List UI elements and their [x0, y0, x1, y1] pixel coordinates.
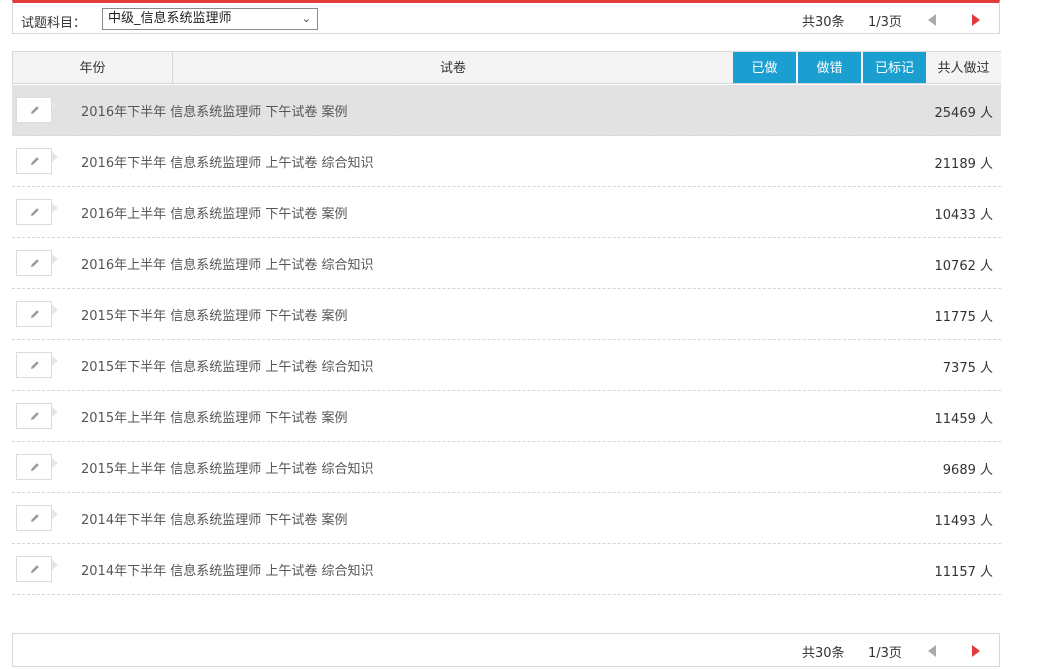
pager-total: 共30条	[802, 15, 845, 30]
pager-total: 共30条	[802, 646, 845, 661]
pencil-icon[interactable]	[16, 556, 58, 582]
column-header-year: 年份	[13, 52, 173, 83]
column-header-count: 共人做过	[926, 52, 1001, 83]
paper-title[interactable]: 2016年上半年 信息系统监理师 下午试卷 案例	[81, 203, 347, 222]
pager-bar-bottom: 共30条 1/3页	[12, 633, 1000, 667]
paper-title[interactable]: 2015年下半年 信息系统监理师 上午试卷 综合知识	[81, 356, 373, 375]
subject-label: 试题科目：	[21, 16, 87, 31]
column-header-paper: 试卷	[439, 61, 466, 76]
table-row[interactable]: 2015年下半年 信息系统监理师 下午试卷 案例 11775 人	[12, 289, 1001, 340]
paper-title[interactable]: 2015年上半年 信息系统监理师 下午试卷 案例	[81, 407, 347, 426]
participant-count: 25469 人	[934, 106, 994, 121]
next-arrow-icon[interactable]	[972, 14, 980, 26]
participant-count: 11775 人	[934, 310, 994, 325]
paper-list: 2016年下半年 信息系统监理师 下午试卷 案例 25469 人 2016年下半…	[12, 85, 1001, 595]
pencil-icon[interactable]	[16, 352, 58, 378]
pager-page: 1/3页	[868, 15, 902, 30]
pencil-icon[interactable]	[16, 505, 58, 531]
subject-select-value: 中级_信息系统监理师	[108, 11, 232, 26]
paper-title[interactable]: 2014年下半年 信息系统监理师 下午试卷 案例	[81, 509, 347, 528]
participant-count: 11459 人	[934, 412, 994, 427]
paper-title[interactable]: 2015年下半年 信息系统监理师 下午试卷 案例	[81, 305, 347, 324]
table-row[interactable]: 2016年下半年 信息系统监理师 下午试卷 案例 25469 人	[12, 85, 1001, 136]
pencil-icon[interactable]	[16, 301, 58, 327]
next-arrow-icon[interactable]	[972, 645, 980, 657]
participant-count: 9689 人	[942, 463, 993, 478]
subject-select[interactable]: 中级_信息系统监理师 ⌄	[102, 8, 318, 30]
table-header: 年份 试卷 已做 做错 已标记 共人做过	[12, 51, 1001, 84]
filter-tab-done[interactable]: 已做	[733, 52, 797, 83]
pager-page: 1/3页	[868, 646, 902, 661]
participant-count: 21189 人	[934, 157, 994, 172]
table-row[interactable]: 2015年上半年 信息系统监理师 下午试卷 案例 11459 人	[12, 391, 1001, 442]
prev-arrow-icon[interactable]	[928, 645, 936, 657]
table-row[interactable]: 2016年下半年 信息系统监理师 上午试卷 综合知识 21189 人	[12, 136, 1001, 187]
pencil-icon[interactable]	[16, 199, 58, 225]
chevron-down-icon: ⌄	[301, 12, 311, 25]
participant-count: 11157 人	[934, 565, 994, 580]
paper-title[interactable]: 2016年上半年 信息系统监理师 上午试卷 综合知识	[81, 254, 373, 273]
table-row[interactable]: 2014年下半年 信息系统监理师 下午试卷 案例 11493 人	[12, 493, 1001, 544]
pencil-icon[interactable]	[16, 97, 58, 123]
paper-title[interactable]: 2016年下半年 信息系统监理师 上午试卷 综合知识	[81, 152, 373, 171]
pencil-icon[interactable]	[16, 250, 58, 276]
paper-title[interactable]: 2016年下半年 信息系统监理师 下午试卷 案例	[81, 101, 347, 120]
filter-tab-wrong[interactable]: 做错	[798, 52, 862, 83]
filter-bar: 试题科目： 中级_信息系统监理师 ⌄ 共30条 1/3页	[12, 0, 1000, 34]
paper-title[interactable]: 2014年下半年 信息系统监理师 上午试卷 综合知识	[81, 560, 373, 579]
table-row[interactable]: 2016年上半年 信息系统监理师 下午试卷 案例 10433 人	[12, 187, 1001, 238]
filter-tab-marked[interactable]: 已标记	[863, 52, 926, 83]
paper-title[interactable]: 2015年上半年 信息系统监理师 上午试卷 综合知识	[81, 458, 373, 477]
pencil-icon[interactable]	[16, 454, 58, 480]
table-row[interactable]: 2015年下半年 信息系统监理师 上午试卷 综合知识 7375 人	[12, 340, 1001, 391]
table-row[interactable]: 2016年上半年 信息系统监理师 上午试卷 综合知识 10762 人	[12, 238, 1001, 289]
participant-count: 10433 人	[934, 208, 994, 223]
participant-count: 11493 人	[934, 514, 994, 529]
pencil-icon[interactable]	[16, 403, 58, 429]
table-row[interactable]: 2014年下半年 信息系统监理师 上午试卷 综合知识 11157 人	[12, 544, 1001, 595]
participant-count: 7375 人	[942, 361, 993, 376]
participant-count: 10762 人	[934, 259, 994, 274]
pencil-icon[interactable]	[16, 148, 58, 174]
table-row[interactable]: 2015年上半年 信息系统监理师 上午试卷 综合知识 9689 人	[12, 442, 1001, 493]
prev-arrow-icon[interactable]	[928, 14, 936, 26]
